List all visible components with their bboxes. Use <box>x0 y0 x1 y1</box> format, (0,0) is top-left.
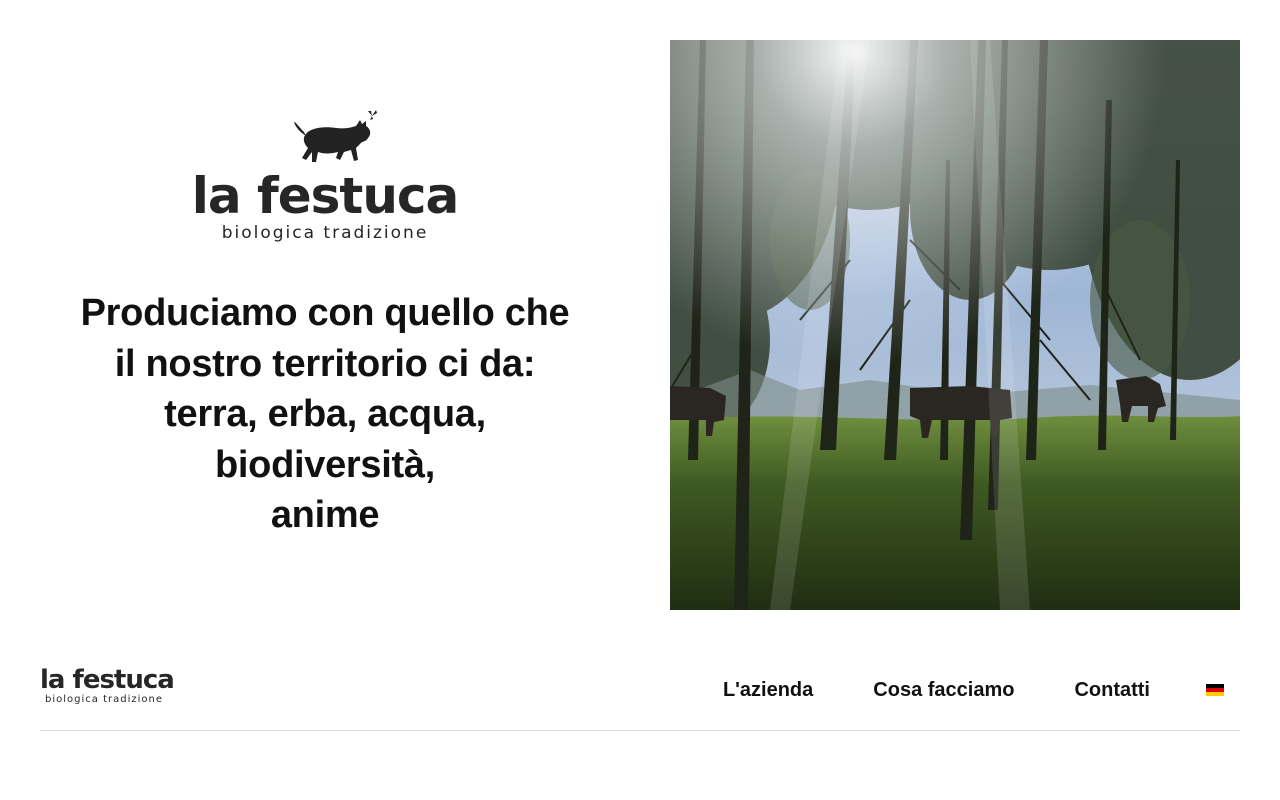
nav-logo[interactable]: la festuca biologica tradizione <box>40 665 175 706</box>
brand-name: la festuca <box>191 167 460 225</box>
brand-tagline: biologica tradizione <box>221 223 429 243</box>
nav-link-azienda[interactable]: L'azienda <box>723 679 813 702</box>
headline-line: biodiversità, <box>215 443 435 486</box>
nav-logo-tagline: biologica tradizione <box>45 694 163 705</box>
forest-cows-photo <box>670 40 1240 610</box>
hero-headline: Produciamo con quello che il nostro terr… <box>40 288 610 541</box>
hero-intro: la festuca biologica tradizione Producia… <box>40 40 610 610</box>
main-navbar: la festuca biologica tradizione L'aziend… <box>40 648 1240 731</box>
headline-line: terra, erba, acqua, <box>164 393 486 435</box>
cow-logo-icon <box>294 110 377 162</box>
headline-line: anime <box>270 494 380 536</box>
nav-link-contatti[interactable]: Contatti <box>1074 679 1150 702</box>
nav-link-cosa-facciamo[interactable]: Cosa facciamo <box>873 679 1014 702</box>
nav-logo-name: la festuca <box>40 665 175 695</box>
headline-line: Produciamo con quello che <box>80 292 570 334</box>
german-flag-icon[interactable] <box>1206 684 1224 696</box>
flag-stripe-gold <box>1206 692 1224 696</box>
hero-section: la festuca biologica tradizione Producia… <box>0 0 1280 640</box>
nav-links: L'azienda Cosa facciamo Contatti <box>723 675 1240 705</box>
headline-line: il nostro territorio ci da: <box>114 342 536 385</box>
